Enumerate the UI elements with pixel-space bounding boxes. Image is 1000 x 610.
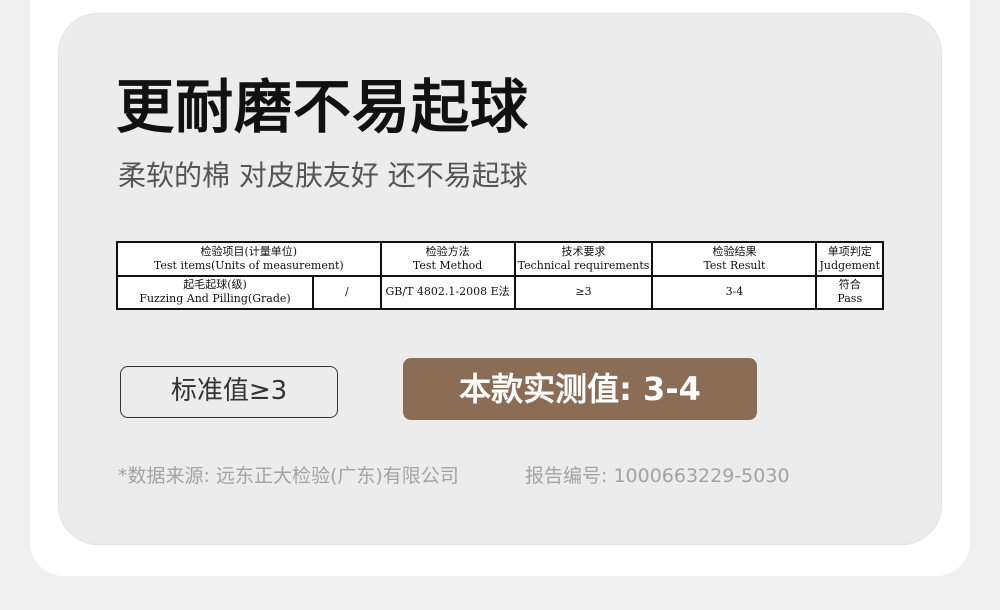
header-judgement-en: Judgement (819, 258, 880, 272)
header-test-result-zh: 检验结果 (712, 244, 757, 258)
cell-test-item-zh: 起毛起球(级) (183, 278, 247, 292)
data-source-note: *数据来源: 远东正大检验(广东)有限公司 (118, 465, 459, 487)
cell-test-result: 3-4 (651, 274, 818, 310)
cell-test-method: GB/T 4802.1-2008 E法 (379, 274, 516, 310)
cell-unit: / (312, 274, 382, 310)
header-test-items-en: Test items(Units of measurement) (153, 258, 344, 272)
page-title: 更耐磨不易起球 (116, 73, 530, 141)
header-test-method-zh: 检验方法 (425, 244, 470, 258)
cell-judgement: 符合 Pass (815, 274, 884, 310)
header-test-method-en: Test Method (412, 258, 483, 272)
measured-value-badge: 本款实测值: 3-4 (403, 358, 757, 420)
header-test-items: 检验项目(计量单位) Test items(Units of measureme… (116, 241, 382, 277)
cell-test-item: 起毛起球(级) Fuzzing And Pilling(Grade) (116, 274, 314, 310)
header-judgement-zh: 单项判定 (827, 244, 872, 258)
header-technical-requirements: 技术要求 Technical requirements (513, 241, 654, 277)
table-row: 起毛起球(级) Fuzzing And Pilling(Grade) / GB/… (116, 274, 884, 310)
page-subtitle: 柔软的棉 对皮肤友好 还不易起球 (118, 159, 528, 192)
header-judgement: 单项判定 Judgement (815, 241, 884, 277)
header-requirements-en: Technical requirements (517, 258, 650, 272)
test-report-table: 检验项目(计量单位) Test items(Units of measureme… (116, 241, 884, 310)
header-test-items-zh: 检验项目(计量单位) (200, 244, 298, 258)
header-test-result: 检验结果 Test Result (651, 241, 818, 277)
cell-test-item-en: Fuzzing And Pilling(Grade) (139, 292, 291, 306)
cell-judgement-zh: 符合 (838, 278, 861, 292)
header-test-method: 检验方法 Test Method (379, 241, 516, 277)
header-test-result-en: Test Result (703, 258, 766, 272)
report-number: 报告编号: 1000663229-5030 (525, 465, 790, 487)
cell-judgement-en: Pass (837, 292, 863, 306)
header-requirements-zh: 技术要求 (561, 244, 606, 258)
standard-value-badge: 标准值≥3 (120, 366, 338, 418)
table-header-row: 检验项目(计量单位) Test items(Units of measureme… (116, 241, 884, 277)
cell-requirement: ≥3 (513, 274, 654, 310)
